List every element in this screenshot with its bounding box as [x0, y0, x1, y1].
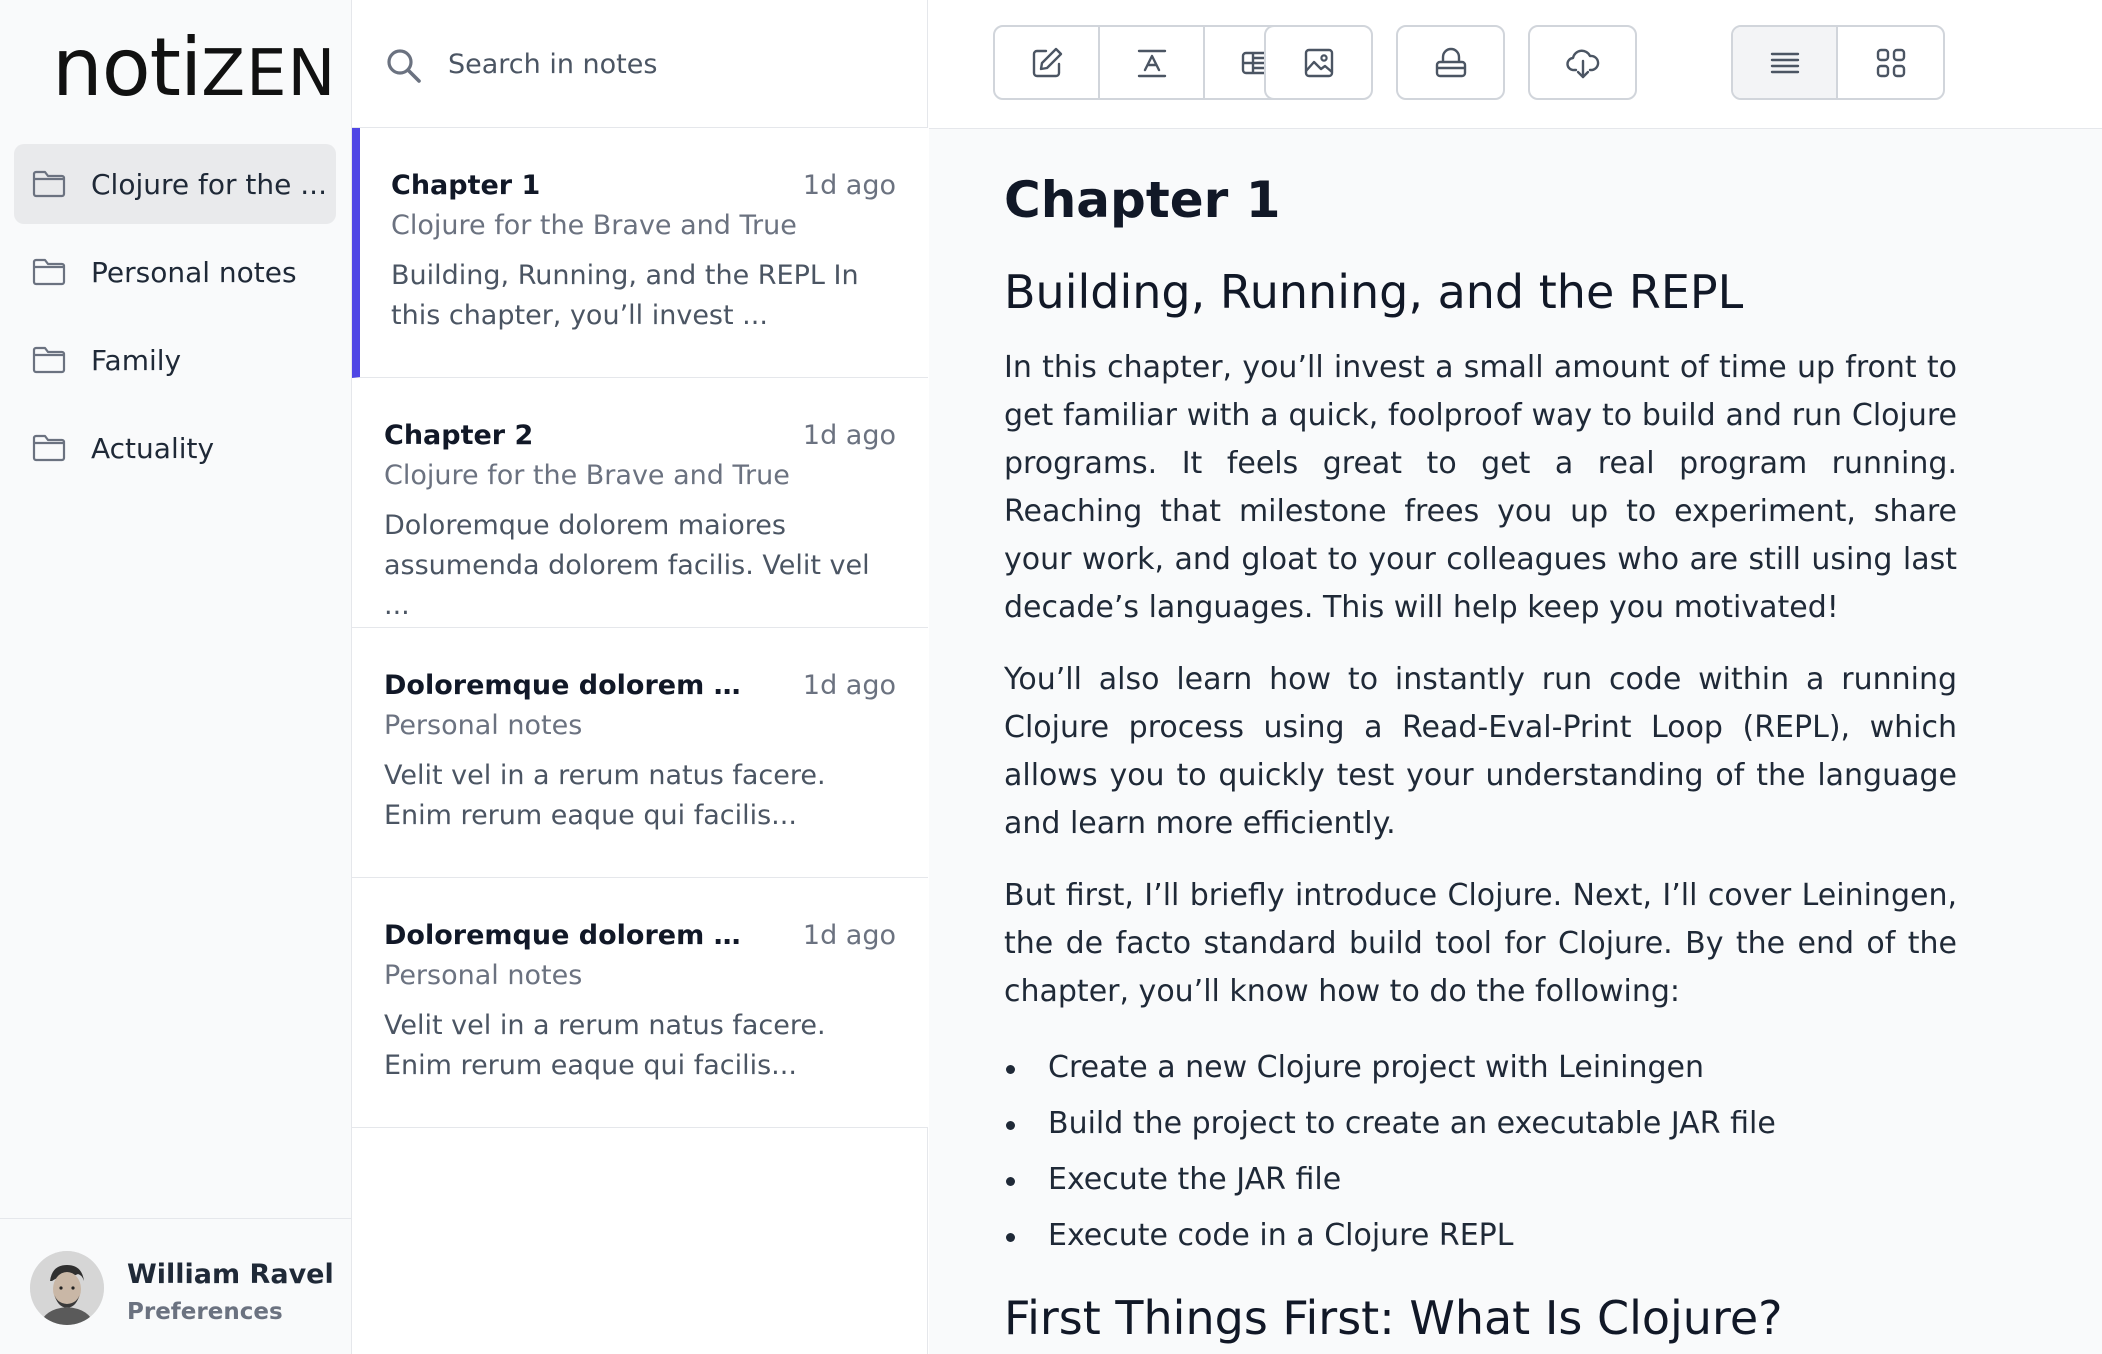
note-title: Chapter 2: [384, 420, 534, 451]
note-folder: Personal notes: [384, 710, 583, 741]
sidebar-item-label: Actuality: [91, 431, 215, 465]
download-icon: [1565, 49, 1599, 78]
sidebar-item-label: Clojure for the ...: [91, 167, 327, 201]
list-item: Execute the JAR file: [1004, 1152, 1957, 1208]
preferences-link[interactable]: Preferences: [127, 1299, 283, 1325]
lock-icon: [1435, 47, 1466, 77]
note-time: 1d ago: [802, 920, 896, 951]
search-icon: [385, 47, 423, 85]
note-time: 1d ago: [802, 170, 896, 201]
bullet-list: Create a new Clojure project with Leinin…: [1004, 1040, 1957, 1264]
paragraph: In this chapter, you’ll invest a small a…: [1004, 350, 1957, 625]
sidebar: notiZEN Clojure for the ... Personal not…: [0, 0, 352, 1354]
folder-icon: [32, 170, 66, 198]
note-title: Doloremque dolorem maiores...: [384, 670, 764, 701]
paragraph: You’ll also learn how to instantly run c…: [1004, 662, 1957, 841]
search-input[interactable]: [448, 38, 888, 90]
folder-icon: [32, 434, 66, 462]
lock-button[interactable]: [1398, 27, 1503, 98]
image-tool-group: [1264, 25, 1373, 100]
note-excerpt: Building, Running, and the REPL In this …: [391, 260, 859, 331]
grid-view-icon: [1876, 48, 1905, 77]
note-item[interactable]: Doloremque dolorem maiores... 1d ago Per…: [352, 878, 928, 1128]
lock-tool-group: [1396, 25, 1505, 100]
list-item: Create a new Clojure project with Leinin…: [1004, 1040, 1957, 1096]
note-content[interactable]: Chapter 1 Building, Running, and the REP…: [1004, 158, 1957, 1354]
logo-accent-text: ZEN: [201, 37, 337, 111]
note-folder: Clojure for the Brave and True: [384, 460, 790, 491]
note-item[interactable]: Chapter 1 1d ago Clojure for the Brave a…: [352, 128, 928, 378]
user-panel[interactable]: William Ravel Preferences: [0, 1218, 352, 1354]
folder-icon: [32, 346, 66, 374]
text-format-icon: [1137, 49, 1166, 77]
note-time: 1d ago: [802, 420, 896, 451]
note-title: Doloremque dolorem maiores...: [384, 920, 764, 951]
sidebar-item-label: Family: [91, 343, 182, 377]
list-item: Build the project to create an executabl…: [1004, 1096, 1957, 1152]
sidebar-item-personal-notes[interactable]: Personal notes: [14, 232, 336, 312]
sidebar-item-clojure[interactable]: Clojure for the ...: [14, 144, 336, 224]
search-bar: [352, 0, 928, 128]
edit-button[interactable]: [995, 27, 1100, 98]
sidebar-item-family[interactable]: Family: [14, 320, 336, 400]
sidebar-item-actuality[interactable]: Actuality: [14, 408, 336, 488]
note-excerpt: Velit vel in a rerum natus facere. Enim …: [384, 1010, 826, 1081]
section-heading: Building, Running, and the REPL: [1004, 265, 1744, 319]
list-view-button[interactable]: [1733, 27, 1838, 98]
logo-main-text: noti: [52, 21, 202, 114]
folder-list: Clojure for the ... Personal notes Famil…: [14, 144, 336, 496]
note-time: 1d ago: [802, 670, 896, 701]
list-view-icon: [1770, 52, 1799, 73]
text-format-button[interactable]: [1100, 27, 1205, 98]
note-item[interactable]: Chapter 2 1d ago Clojure for the Brave a…: [352, 378, 928, 628]
sidebar-item-label: Personal notes: [91, 255, 297, 289]
download-button[interactable]: [1530, 27, 1635, 98]
grid-view-button[interactable]: [1838, 27, 1943, 98]
list-item: Execute code in a Clojure REPL: [1004, 1208, 1957, 1264]
download-tool-group: [1528, 25, 1637, 100]
user-name: William Ravel: [127, 1259, 334, 1290]
note-title-heading: Chapter 1: [1004, 171, 1281, 229]
insert-image-button[interactable]: [1266, 27, 1371, 98]
note-folder: Clojure for the Brave and True: [391, 210, 797, 241]
image-icon: [1304, 48, 1333, 77]
edit-icon: [1032, 47, 1062, 77]
note-excerpt: Velit vel in a rerum natus facere. Enim …: [384, 760, 826, 831]
note-list: Chapter 1 1d ago Clojure for the Brave a…: [352, 0, 928, 1354]
note-title: Chapter 1: [391, 170, 541, 201]
paragraph: But first, I’ll briefly introduce Clojur…: [1004, 878, 1957, 1009]
folder-icon: [32, 258, 66, 286]
editor-toolbar: [929, 0, 2102, 129]
note-excerpt: Doloremque dolorem maiores assumenda dol…: [384, 510, 870, 621]
note-folder: Personal notes: [384, 960, 583, 991]
avatar[interactable]: [30, 1251, 104, 1325]
view-toggle-group: [1731, 25, 1945, 100]
app-logo[interactable]: notiZEN: [52, 24, 336, 118]
section-heading: First Things First: What Is Clojure?: [1004, 1291, 1783, 1345]
note-item[interactable]: Doloremque dolorem maiores... 1d ago Per…: [352, 628, 928, 878]
note-editor: Chapter 1 Building, Running, and the REP…: [929, 0, 2102, 1354]
